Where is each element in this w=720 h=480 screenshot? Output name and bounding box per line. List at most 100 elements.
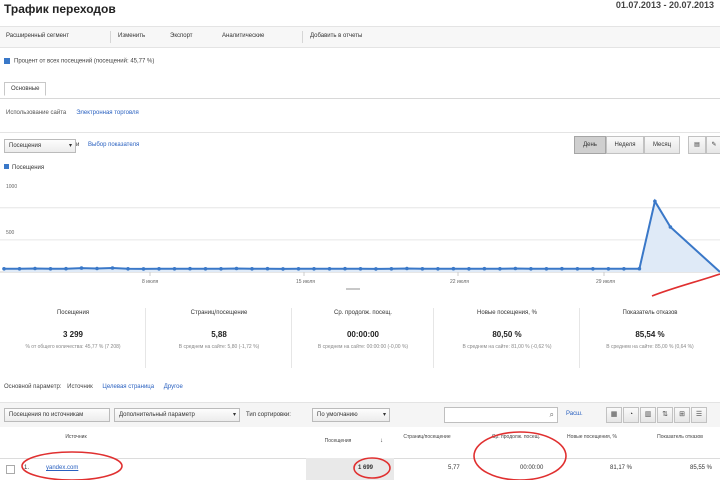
data-point	[17, 267, 22, 271]
data-point	[219, 267, 223, 271]
data-point	[405, 266, 409, 271]
data-point	[668, 225, 673, 229]
view-week-button[interactable]: Неделя	[606, 136, 644, 154]
data-point	[281, 267, 285, 271]
metric-card[interactable]: Ср. продолж. посещ. 00:00:00 В среднем н…	[292, 300, 434, 376]
data-point	[48, 267, 53, 271]
segment-indicator[interactable]: Процент от всех посещений (посещений: 45…	[4, 58, 154, 65]
toolbar-add-to-dashboard[interactable]: Добавить в отчеты	[310, 33, 362, 39]
data-point	[560, 266, 564, 271]
chart-resize-handle[interactable]	[346, 288, 360, 290]
data-point	[482, 266, 487, 271]
toolbar-export[interactable]: Экспорт	[170, 33, 193, 39]
metric-name: Новые посещения, %	[477, 310, 537, 316]
col-bounce-rate[interactable]: Показатель отказов	[648, 434, 712, 441]
col-new-visits[interactable]: Новые посещения, %	[560, 434, 624, 441]
compare-icon[interactable]: ⇅	[657, 407, 673, 423]
toolbar-advanced-segment[interactable]: Расширенный сегмент	[6, 33, 69, 39]
metric-value: 00:00:00	[346, 330, 380, 339]
data-point	[498, 267, 502, 271]
table-header: Источник Посещения ↓ Страниц/посещение С…	[0, 428, 720, 459]
data-point	[312, 267, 316, 271]
search-icon[interactable]: ⌕	[550, 410, 554, 420]
toolbar-divider	[302, 31, 303, 43]
data-point	[172, 267, 177, 271]
x-tick-label: 15 июля	[296, 279, 316, 285]
source-link[interactable]: yandex.com	[46, 465, 78, 471]
table-search-input[interactable]: ⌕	[444, 407, 558, 423]
col-avg-duration[interactable]: Ср. продолж. посещ.	[484, 434, 548, 441]
date-range-picker[interactable]: 01.07.2013 - 20.07.2013	[616, 0, 714, 10]
subtab-site-usage[interactable]: Использование сайта	[6, 110, 66, 116]
col-source[interactable]: Источник	[46, 434, 106, 441]
segment-label: Процент от всех посещений (посещений: 45…	[14, 58, 155, 65]
chart-type-icon[interactable]: ▤	[688, 136, 706, 154]
sort-type-value: По умолчанию	[317, 412, 358, 418]
metric-name: Страниц/посещение	[190, 310, 248, 316]
pie-icon[interactable]: ◔	[623, 407, 639, 423]
view-day-button[interactable]: День	[574, 136, 606, 154]
report-toolbar: Расширенный сегмент Изменить Экспорт Ана…	[0, 26, 720, 48]
data-point	[622, 267, 626, 271]
data-point	[327, 267, 332, 271]
series-color-icon	[4, 164, 9, 169]
data-point	[250, 267, 254, 271]
toolbar-edit[interactable]: Изменить	[118, 33, 145, 39]
metrics-summary: Посещения 3 299 % от общего количества: …	[0, 300, 720, 380]
row-checkbox[interactable]	[6, 465, 15, 474]
sort-type-select[interactable]: По умолчанию ▾	[312, 408, 390, 422]
col-pages-per-visit[interactable]: Страниц/посещение	[402, 434, 452, 441]
data-point	[265, 266, 270, 271]
metric-compare: % от общего количества: 45,77 % (7 208)	[25, 344, 121, 350]
list-icon[interactable]: ☰	[691, 407, 707, 423]
col-visits[interactable]: Посещения	[310, 438, 366, 445]
pivot-icon[interactable]: ⊞	[674, 407, 690, 423]
data-point	[420, 267, 425, 271]
plot-rows-button[interactable]: Посещения по источникам	[4, 408, 110, 422]
dimension-landing-page[interactable]: Целевая страница	[102, 384, 154, 390]
cell-new-visits: 81,17 %	[610, 465, 633, 471]
metric-card[interactable]: Страниц/посещение 5,88 В среднем на сайт…	[146, 300, 292, 376]
annotation-icon[interactable]: ✎	[706, 136, 720, 154]
row-index: 1.	[24, 465, 30, 471]
metric-card[interactable]: Новые посещения, % 80,50 % В среднем на …	[434, 300, 580, 376]
series-line	[4, 198, 720, 273]
metric-card[interactable]: Посещения 3 299 % от общего количества: …	[0, 300, 146, 376]
cell-duration: 00:00:00	[520, 465, 544, 471]
table-controls: Посещения по источникам Дополнительный п…	[0, 402, 720, 427]
sort-label: Тип сортировки:	[246, 412, 291, 418]
data-point	[513, 266, 518, 271]
metric-compare: В среднем на сайте: 85,00 % (0,64 %)	[606, 344, 694, 350]
cell-visits: 1 699	[358, 465, 374, 471]
subtab-ecommerce[interactable]: Электронная торговля	[76, 110, 139, 116]
metric-compare: В среднем на сайте: 5,80 (-1,72 %)	[178, 344, 260, 350]
data-point	[343, 266, 347, 271]
toolbar-divider	[110, 31, 111, 43]
view-month-button[interactable]: Месяц	[644, 136, 680, 154]
table-row[interactable]: 1. yandex.com 1 699 5,77 00:00:00 81,17 …	[0, 458, 720, 480]
chevron-down-icon: ▾	[382, 412, 386, 418]
dimension-other[interactable]: Другое	[164, 384, 183, 390]
chevron-down-icon: ▾	[68, 143, 72, 149]
metric-select[interactable]: Посещения ▾	[4, 139, 76, 153]
metric-name: Ср. продолж. посещ.	[334, 310, 392, 316]
advanced-filter-link[interactable]: Расш.	[566, 411, 583, 417]
data-point	[374, 267, 378, 271]
bar-icon[interactable]: ▥	[640, 407, 656, 423]
chevron-down-icon: ▾	[232, 412, 236, 418]
dimension-label: Основной параметр:	[4, 384, 62, 390]
chart-svg	[0, 198, 720, 276]
tab-overview[interactable]: Основные	[4, 82, 47, 96]
choose-metric-link[interactable]: Выбор показателя	[88, 142, 139, 148]
series-area	[4, 201, 720, 272]
dimension-source[interactable]: Источник	[67, 384, 93, 390]
secondary-dimension-select[interactable]: Дополнительный параметр ▾	[114, 408, 240, 422]
metric-card[interactable]: Показатель отказов 85,54 % В среднем на …	[580, 300, 720, 376]
metric-compare: В среднем на сайте: 81,00 % (-0,62 %)	[462, 344, 552, 350]
metric-value: 85,54 %	[635, 330, 665, 339]
grid-icon[interactable]: ▦	[606, 407, 622, 423]
toolbar-analytics[interactable]: Аналитические	[222, 33, 264, 39]
x-tick-label: 8 июля	[142, 279, 159, 285]
data-point	[2, 267, 6, 271]
data-point	[126, 267, 130, 271]
